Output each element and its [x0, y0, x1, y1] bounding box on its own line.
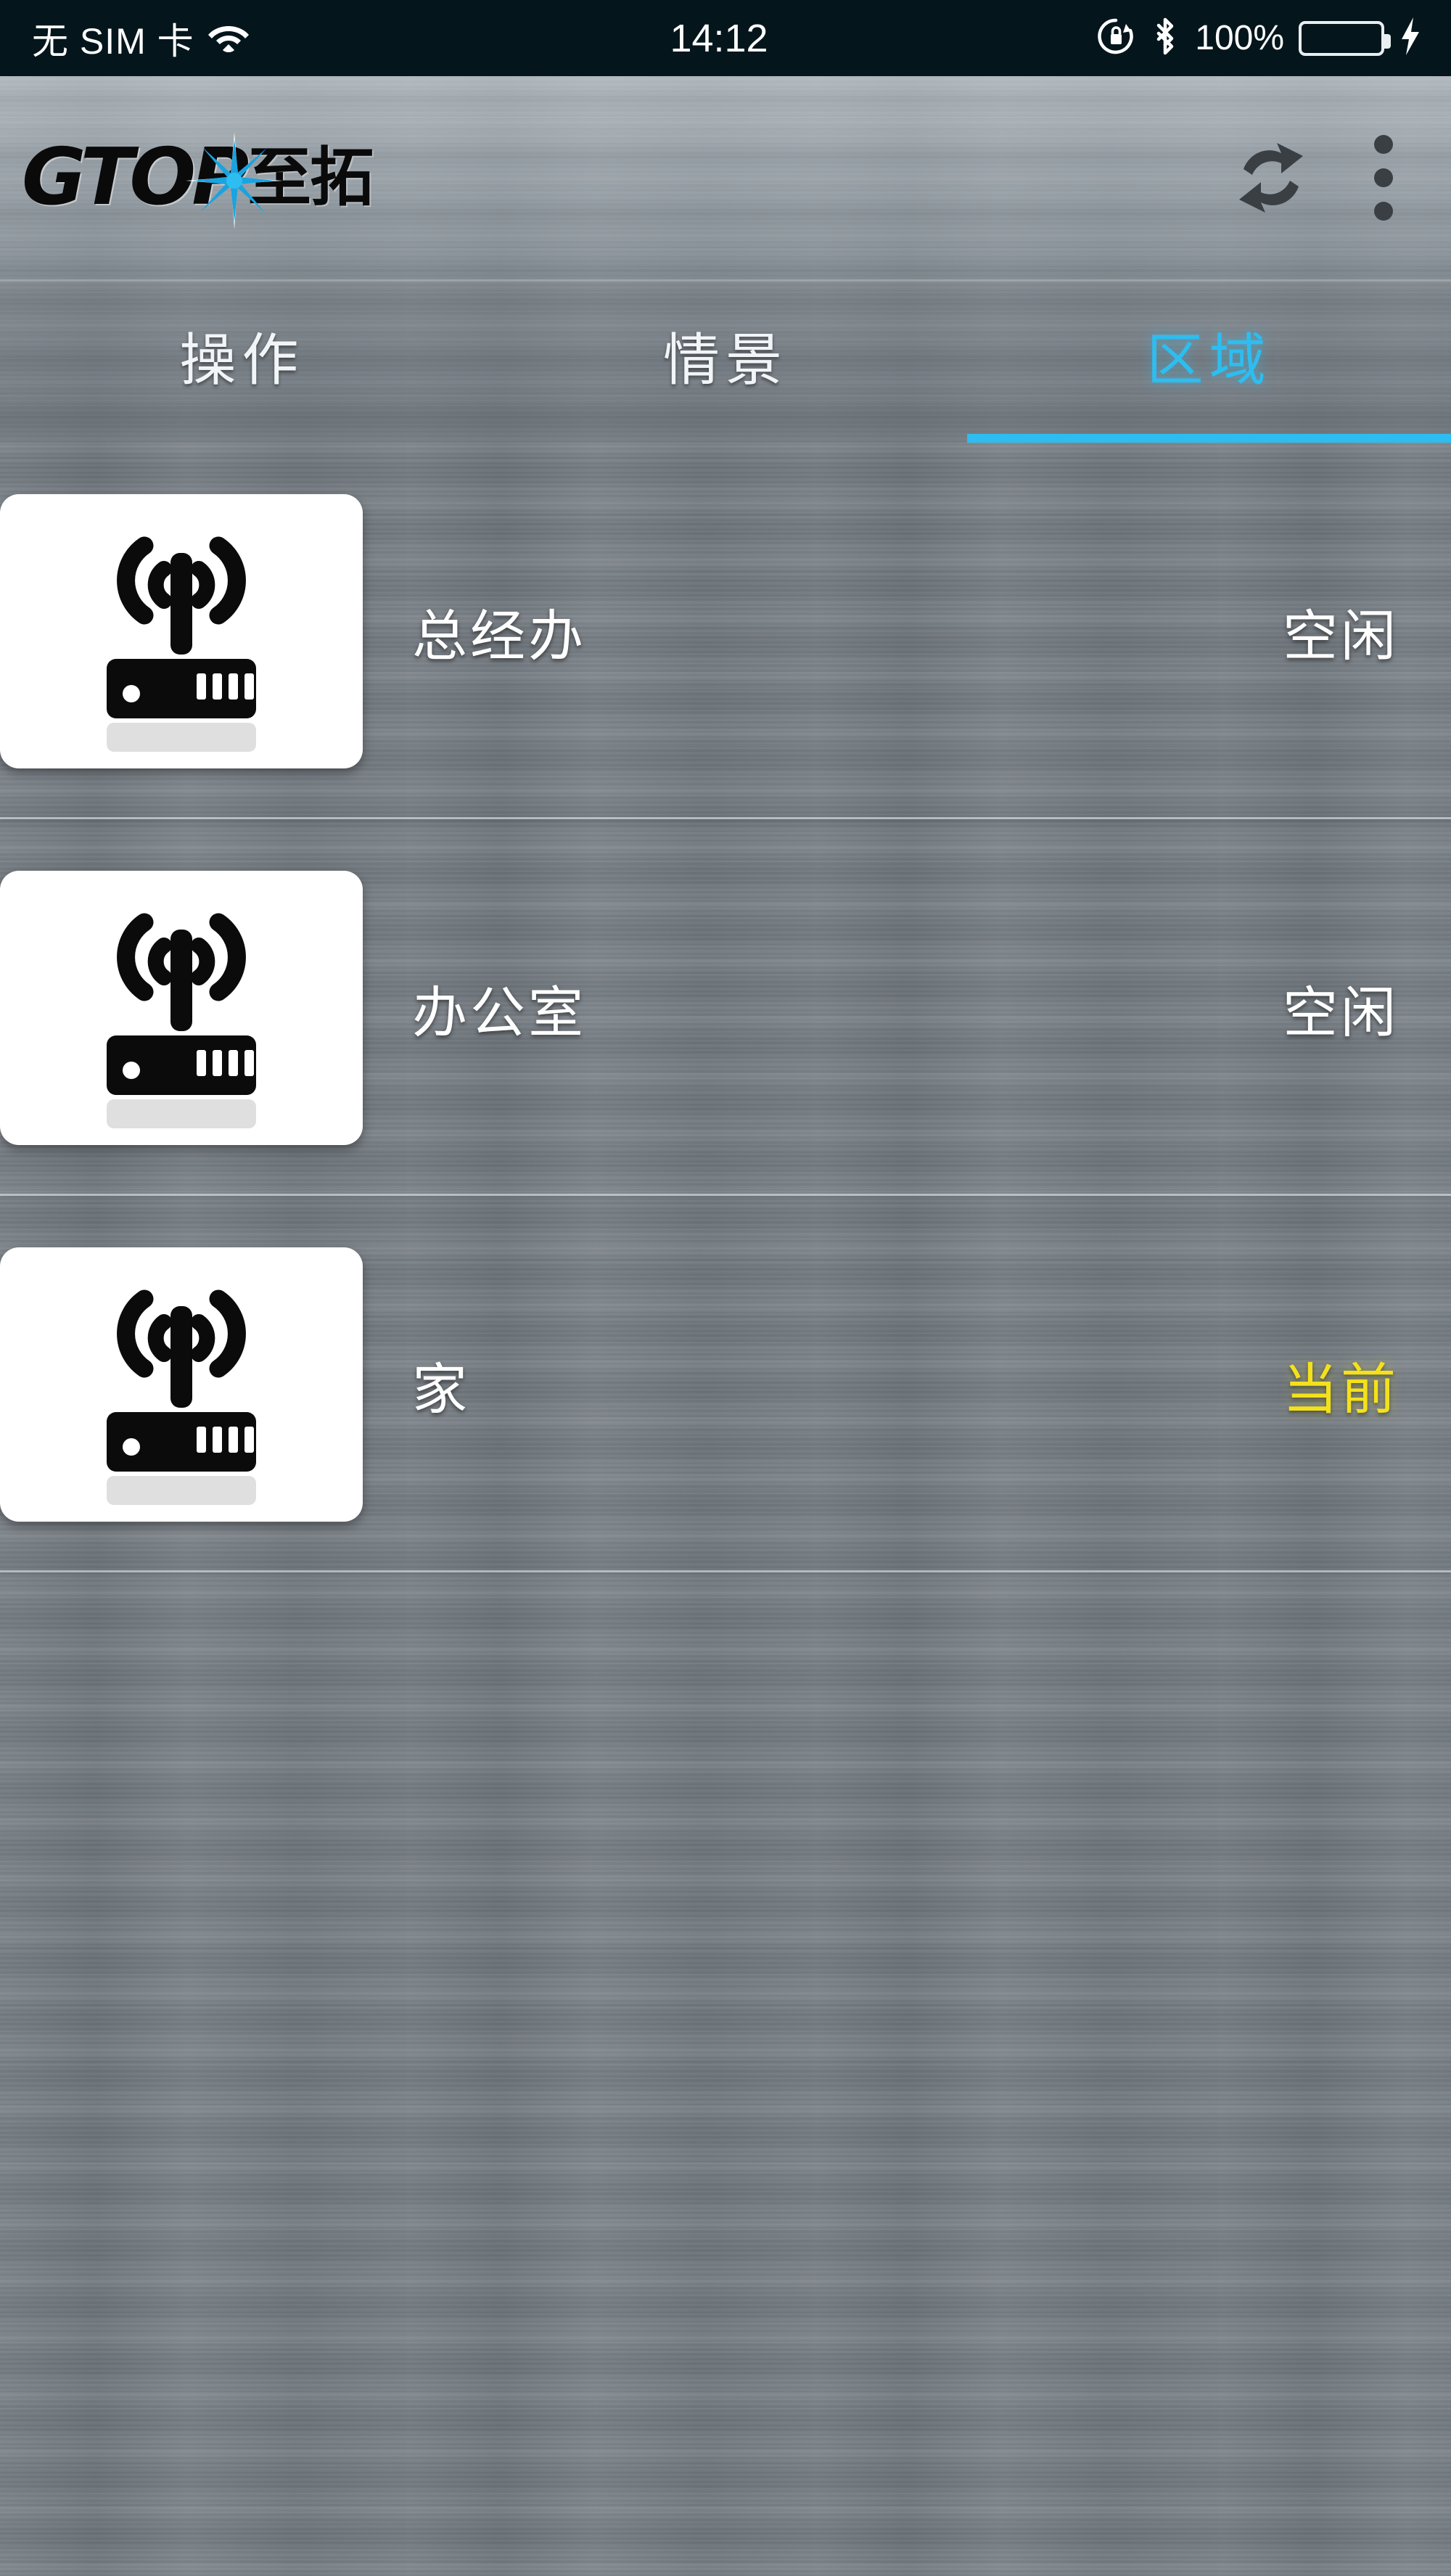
table-row[interactable]: 总经办 空闲: [0, 443, 1451, 819]
carrier-label: 无 SIM 卡: [32, 20, 194, 62]
overflow-menu-icon[interactable]: [1358, 128, 1409, 228]
logo-chinese-name: 至拓: [247, 141, 374, 213]
zone-name: 总经办: [412, 605, 586, 668]
tab-label: 情景: [663, 327, 789, 392]
wifi-icon: [207, 20, 250, 57]
wireless-router-icon: [107, 913, 256, 1128]
table-row[interactable]: 办公室 空闲: [0, 819, 1451, 1196]
tab-bar: 操作 情景 区域: [0, 279, 1451, 443]
zone-name: 办公室: [412, 982, 586, 1044]
app-logo: GTOP 至拓: [22, 131, 374, 229]
zone-thumbnail: [0, 493, 363, 768]
zone-status: 空闲: [1283, 605, 1399, 668]
tab-scenes[interactable]: 情景: [484, 279, 968, 443]
rotation-lock-icon: [1096, 17, 1135, 60]
zone-name: 家: [412, 1358, 470, 1421]
wireless-router-icon: [107, 1289, 256, 1505]
tab-label: 操作: [179, 327, 305, 392]
table-row[interactable]: 家 当前: [0, 1196, 1451, 1572]
status-bar-right: 100%: [784, 15, 1451, 61]
app-root: 无 SIM 卡 14:12 100% GTOP 至拓 操作 情景 区域 总经办 …: [0, 0, 1451, 2576]
header-actions: [1228, 128, 1451, 228]
status-bar-clock: 14:12: [670, 16, 768, 60]
empty-list-area: [0, 1572, 1451, 2574]
row-separator: [0, 1570, 1451, 1572]
tab-label: 区域: [1146, 327, 1272, 392]
zone-status: 当前: [1283, 1358, 1399, 1421]
status-bar: 无 SIM 卡 14:12 100%: [0, 0, 1451, 76]
charging-bolt-icon: [1399, 16, 1422, 60]
zone-status: 空闲: [1283, 982, 1399, 1044]
tab-zones[interactable]: 区域: [967, 279, 1451, 443]
zone-thumbnail: [0, 870, 363, 1145]
tab-underline: [967, 434, 1451, 443]
logo-wordmark: GTOP: [22, 132, 249, 223]
battery-percent-label: 100%: [1195, 19, 1285, 57]
wireless-router-icon: [107, 536, 256, 752]
zone-list: 总经办 空闲 办公室 空闲 家 当前: [0, 443, 1451, 2576]
zone-thumbnail: [0, 1247, 363, 1522]
refresh-icon[interactable]: [1228, 134, 1315, 221]
bluetooth-icon: [1150, 15, 1180, 61]
app-header: GTOP 至拓: [0, 76, 1451, 279]
tab-operations[interactable]: 操作: [0, 279, 484, 443]
battery-full-icon: [1299, 20, 1392, 56]
status-bar-left: 无 SIM 卡: [0, 12, 670, 65]
